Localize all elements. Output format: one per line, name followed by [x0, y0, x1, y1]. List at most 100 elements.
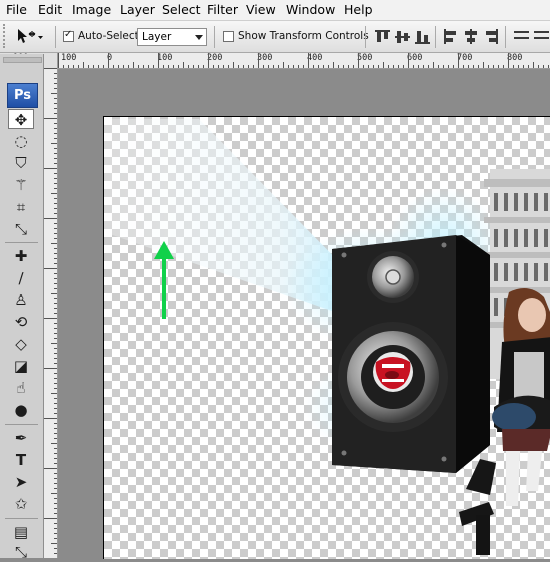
auto-select-dropdown[interactable]: Layer — [137, 28, 207, 46]
align-left-edges-button[interactable] — [442, 28, 459, 45]
menu-filter[interactable]: Filter — [207, 2, 238, 17]
ruler-tick — [51, 243, 57, 244]
shape-icon: ✩ — [14, 495, 28, 513]
crop-tool-button[interactable]: ⌗ — [8, 197, 34, 217]
options-grip[interactable] — [3, 24, 9, 48]
ruler-tick — [54, 198, 57, 199]
menu-view[interactable]: View — [246, 2, 276, 17]
pen-tool-button[interactable]: ✒ — [8, 428, 34, 448]
ruler-tick — [54, 498, 57, 499]
ruler-tick — [98, 65, 99, 68]
ruler-label: 200 — [207, 53, 223, 63]
ruler-tick — [51, 443, 57, 444]
ruler-tick — [54, 533, 57, 534]
options-divider — [435, 26, 436, 48]
ruler-tick — [303, 65, 304, 68]
type-icon: T — [15, 451, 27, 469]
menu-layer[interactable]: Layer — [120, 2, 155, 17]
custom-shape-tool-button[interactable]: ✩ — [8, 494, 34, 514]
paint-bucket-tool-button[interactable]: ◪ — [8, 356, 34, 376]
align-vertical-centers-button[interactable] — [394, 28, 411, 45]
ruler-tick — [54, 113, 57, 114]
magic-wand-tool-button[interactable]: ⚚ — [8, 175, 34, 195]
align-horizontal-centers-button[interactable] — [462, 28, 479, 45]
ruler-tick — [51, 543, 57, 544]
smudge-icon: ☝ — [16, 379, 26, 397]
menu-image[interactable]: Image — [72, 2, 111, 17]
distribute-vertical-centers-button[interactable] — [533, 28, 550, 45]
photoshop-logo[interactable]: Ps — [7, 83, 38, 108]
horizontal-ruler[interactable]: 100 100 0 100 200 300 400 500 600 700 80… — [0, 53, 550, 69]
ruler-tick — [54, 178, 57, 179]
ruler-tick — [158, 53, 159, 68]
ruler-tick — [54, 463, 57, 464]
menu-select[interactable]: Select — [162, 2, 201, 17]
tool-preset-picker[interactable] — [14, 26, 44, 48]
brush-icon: ∕ — [18, 269, 24, 287]
ruler-tick — [518, 65, 519, 68]
notes-tool-button[interactable]: ▤ — [8, 522, 34, 542]
lasso-tool-button[interactable]: ⛉ — [8, 153, 34, 173]
ruler-tick — [368, 65, 369, 68]
blur-tool-button[interactable]: ☝ — [8, 378, 34, 398]
dodge-tool-button[interactable]: ● — [8, 400, 34, 420]
ruler-label: 100 — [61, 53, 77, 63]
ruler-tick — [123, 65, 124, 68]
ruler-tick — [538, 65, 539, 68]
distribute-top-edges-button[interactable] — [513, 28, 530, 45]
ruler-label: 300 — [257, 53, 273, 63]
eraser-icon: ◇ — [15, 335, 27, 353]
vertical-ruler[interactable] — [44, 68, 58, 558]
tools-divider — [5, 424, 38, 425]
align-bottom-edges-button[interactable] — [414, 28, 431, 45]
ruler-tick — [208, 53, 209, 68]
document-canvas[interactable] — [103, 116, 550, 559]
ruler-tick — [54, 403, 57, 404]
ruler-tick — [54, 423, 57, 424]
ruler-tick — [263, 65, 264, 68]
eraser-tool-button[interactable]: ◇ — [8, 334, 34, 354]
menu-file[interactable]: File — [6, 2, 27, 17]
ruler-tick — [54, 298, 57, 299]
path-selection-tool-button[interactable]: ➤ — [8, 472, 34, 492]
ruler-tick — [54, 173, 57, 174]
ruler-label: 100 — [157, 53, 173, 63]
ruler-tick — [288, 65, 289, 68]
type-tool-button[interactable]: T — [8, 450, 34, 470]
ruler-tick — [54, 103, 57, 104]
clone-stamp-tool-button[interactable]: ♙ — [8, 290, 34, 310]
healing-brush-tool-button[interactable]: ✚ — [8, 246, 34, 266]
show-transform-checkbox[interactable] — [223, 31, 234, 42]
ruler-tick — [298, 65, 299, 68]
menu-edit[interactable]: Edit — [38, 2, 62, 17]
align-right-edges-button[interactable] — [482, 28, 499, 45]
ruler-tick — [353, 65, 354, 68]
tools-panel-header[interactable] — [3, 57, 42, 63]
eyedropper-tool-button-2[interactable]: ⤡ — [8, 542, 34, 562]
history-brush-tool-button[interactable]: ⟲ — [8, 312, 34, 332]
ruler-tick — [488, 65, 489, 68]
ruler-tick — [51, 343, 57, 344]
ruler-tick — [54, 278, 57, 279]
ruler-tick — [54, 183, 57, 184]
ruler-tick — [228, 65, 229, 68]
ruler-tick — [338, 65, 339, 68]
menu-window[interactable]: Window — [286, 2, 335, 17]
align-top-edges-button[interactable] — [374, 28, 391, 45]
ruler-tick — [44, 518, 57, 519]
ruler-tick — [533, 62, 534, 68]
marquee-tool-button[interactable]: ◌ — [8, 131, 34, 151]
eyedropper-tool-button[interactable]: ⤡ — [8, 219, 34, 239]
ruler-tick — [54, 433, 57, 434]
ruler-tick — [223, 65, 224, 68]
move-tool-button[interactable]: ✥ — [8, 109, 34, 129]
ruler-tick — [54, 228, 57, 229]
menu-help[interactable]: Help — [344, 2, 373, 17]
ruler-tick — [54, 353, 57, 354]
ruler-tick — [54, 128, 57, 129]
brush-tool-button[interactable]: ∕ — [8, 268, 34, 288]
ruler-tick — [54, 483, 57, 484]
ruler-tick — [58, 53, 59, 68]
ruler-tick — [44, 468, 57, 469]
auto-select-checkbox[interactable] — [63, 29, 74, 42]
